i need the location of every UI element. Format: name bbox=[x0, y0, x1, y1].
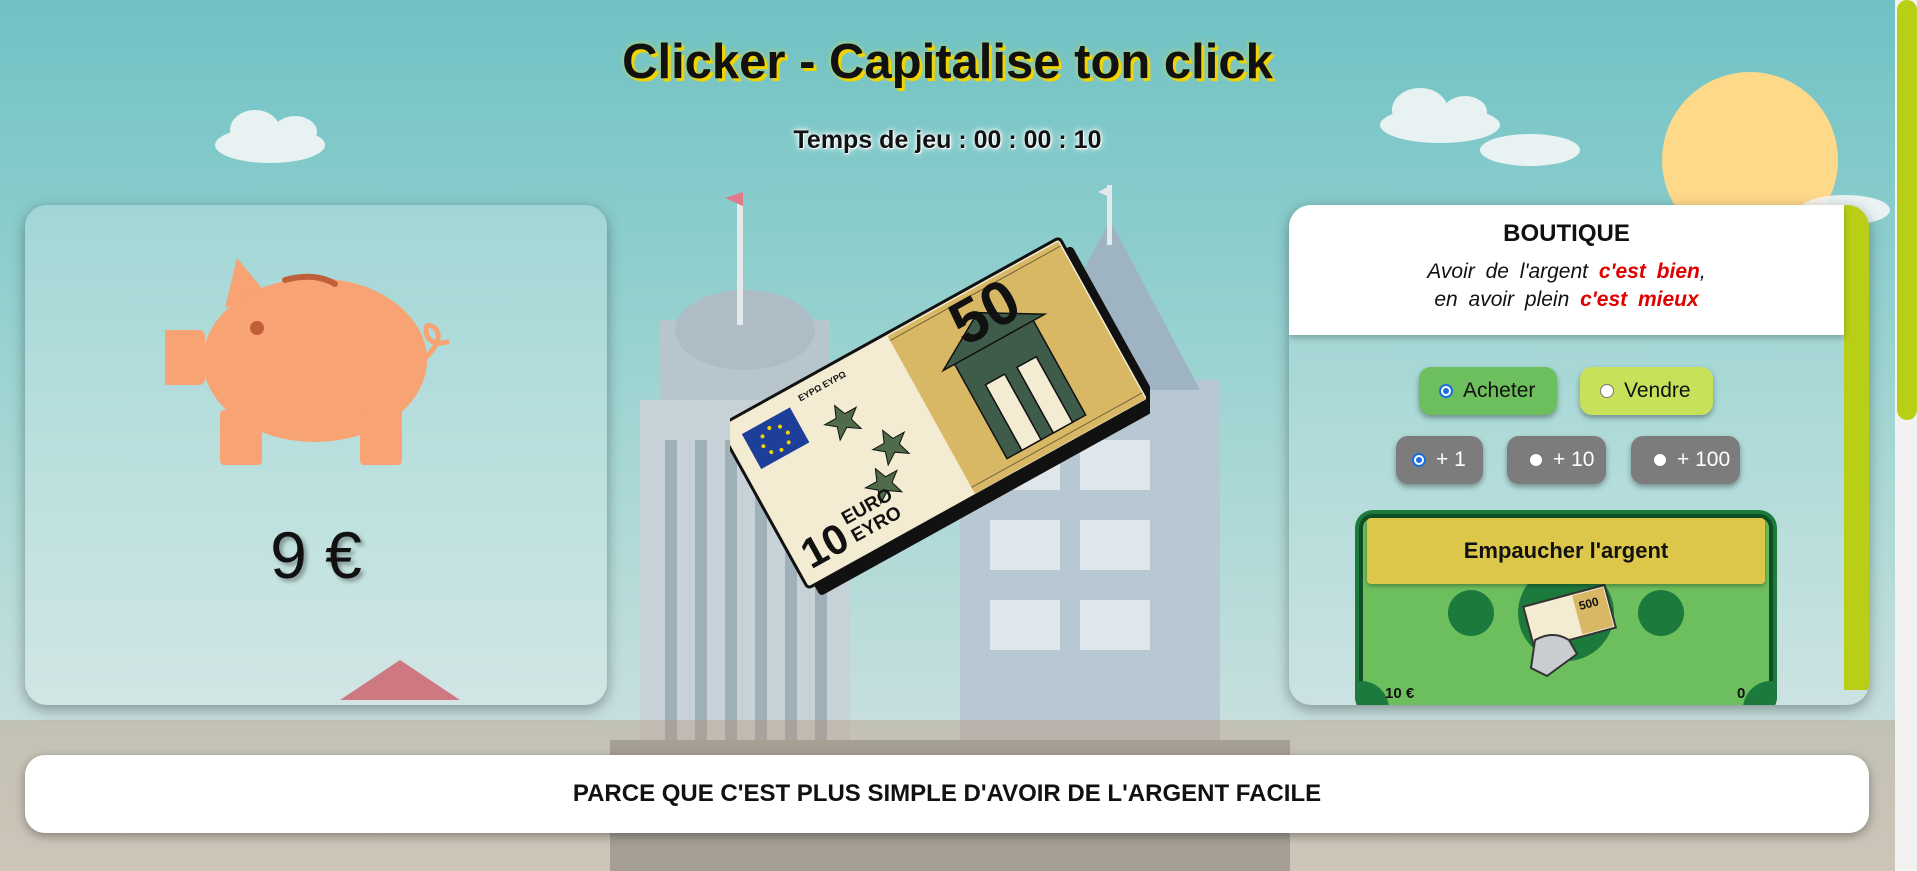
buy-mode-radio[interactable]: Acheter bbox=[1419, 367, 1557, 415]
shop-item-card: 500 Empaucher l'argent 10 € 0 bbox=[1355, 510, 1777, 705]
quantity-100-label: + 100 bbox=[1677, 448, 1731, 471]
money-balance: 9 € bbox=[270, 518, 362, 592]
bank-panel: 9 € bbox=[25, 205, 607, 705]
item-owned-count: 0 bbox=[1737, 685, 1746, 702]
quantity-10-radio[interactable]: + 10 bbox=[1507, 436, 1606, 484]
radio-unchecked-icon bbox=[1529, 453, 1543, 467]
buy-mode-label: Acheter bbox=[1463, 379, 1536, 402]
page-scrollbar-thumb[interactable] bbox=[1897, 0, 1917, 420]
quantity-10-label: + 10 bbox=[1553, 448, 1595, 471]
quantity-1-radio[interactable]: + 1 bbox=[1396, 436, 1483, 484]
item-cost: 10 € bbox=[1385, 685, 1415, 702]
shop-title: BOUTIQUE bbox=[1503, 220, 1630, 247]
sell-mode-label: Vendre bbox=[1624, 379, 1691, 402]
slogan-line2-prefix: en avoir plein bbox=[1434, 288, 1581, 311]
shop-header: BOUTIQUE Avoir de l'argent c'est bien, e… bbox=[1289, 205, 1844, 335]
slogan-line1-suffix: , bbox=[1699, 260, 1706, 283]
radio-unchecked-icon bbox=[1600, 384, 1614, 398]
empaucher-argent-button[interactable]: Empaucher l'argent bbox=[1367, 518, 1765, 584]
slogan-line2-emphasis: c'est mieux bbox=[1580, 288, 1699, 311]
game-timer: Temps de jeu : 00 : 00 : 10 bbox=[793, 126, 1102, 154]
slogan-line1-emphasis: c'est bien bbox=[1598, 260, 1700, 283]
radio-checked-icon bbox=[1439, 384, 1453, 398]
sell-mode-radio[interactable]: Vendre bbox=[1580, 367, 1713, 415]
euro-banknote-clicker[interactable]: 50 10 EURO EYRO EYPΩ ΕΥΡΩ bbox=[730, 225, 1150, 595]
quantity-100-radio[interactable]: + 100 bbox=[1631, 436, 1740, 484]
shop-slogan: Avoir de l'argent c'est bien, en avoir p… bbox=[1289, 258, 1844, 314]
radio-checked-icon bbox=[1412, 453, 1426, 467]
quantity-1-label: + 1 bbox=[1436, 448, 1466, 471]
footer-banner: PARCE QUE C'EST PLUS SIMPLE D'AVOIR DE L… bbox=[25, 755, 1869, 833]
shop-scrollbar[interactable] bbox=[1844, 205, 1869, 690]
radio-unchecked-icon bbox=[1653, 453, 1667, 467]
shop-panel: BOUTIQUE Avoir de l'argent c'est bien, e… bbox=[1289, 205, 1869, 705]
page-title: Clicker - Capitalise ton click bbox=[622, 35, 1273, 89]
piggy-bank-icon bbox=[165, 258, 450, 465]
slogan-line1-prefix: Avoir de l'argent bbox=[1427, 260, 1599, 283]
hand-holding-money-icon: 500 bbox=[1522, 583, 1618, 678]
